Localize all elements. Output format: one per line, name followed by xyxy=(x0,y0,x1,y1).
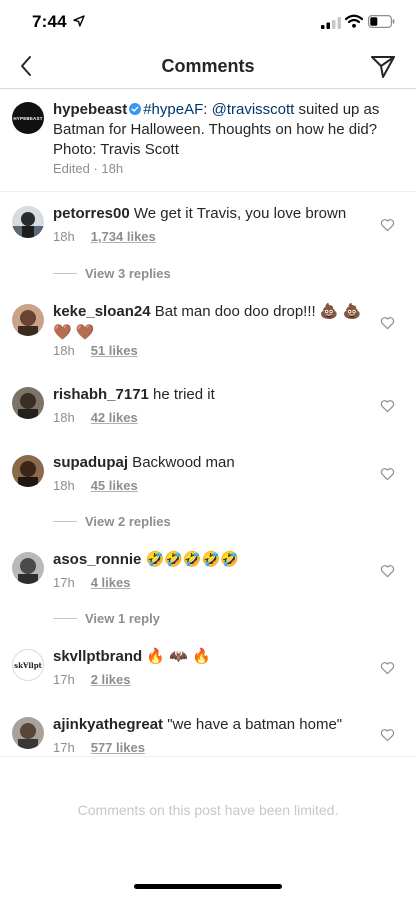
comment-text: ajinkyathegreat "we have a batman home" xyxy=(53,716,343,733)
comment-meta: 17h 577 likes xyxy=(53,740,145,755)
comment-username[interactable]: asos_ronnie xyxy=(53,551,141,568)
profile-photo xyxy=(12,717,44,749)
profile-photo xyxy=(12,552,44,584)
heart-outline-icon[interactable] xyxy=(380,564,395,578)
heart-outline-icon[interactable] xyxy=(380,218,395,232)
comment-time: 17h xyxy=(53,575,75,590)
heart-outline-icon[interactable] xyxy=(380,467,395,481)
avatar[interactable] xyxy=(12,387,44,419)
comment-meta: 18h 45 likes xyxy=(53,478,138,493)
caption-username[interactable]: hypebeast xyxy=(53,101,127,118)
comment-username[interactable]: rishabh_7171 xyxy=(53,386,149,403)
battery-icon xyxy=(368,15,395,28)
comment-text: petorres00 We get it Travis, you love br… xyxy=(53,205,347,222)
comment-likes[interactable]: 42 likes xyxy=(91,410,138,425)
heart-outline-icon[interactable] xyxy=(380,399,395,413)
comment-meta: 18h 51 likes xyxy=(53,343,138,358)
comment-likes[interactable]: 51 likes xyxy=(91,343,138,358)
status-bar: 7:44 xyxy=(0,0,416,44)
comment-text: keke_sloan24 Bat man doo doo drop!!! 💩 💩… xyxy=(53,303,362,341)
comment-text: skvllptbrand 🔥 🦇 🔥 xyxy=(53,648,211,665)
comment-time: 18h xyxy=(53,478,75,493)
comment-time: 18h xyxy=(53,229,75,244)
avatar[interactable] xyxy=(12,717,44,749)
view-replies-button[interactable]: View 3 replies xyxy=(53,266,171,281)
profile-photo xyxy=(12,206,44,238)
comment-text: supadupaj Backwood man xyxy=(53,454,235,471)
nav-bar: Comments xyxy=(0,44,416,89)
avatar[interactable] xyxy=(12,455,44,487)
comment-meta: 17h 2 likes xyxy=(53,672,130,687)
avatar[interactable]: skⱯllpt xyxy=(12,649,44,681)
verified-badge-icon xyxy=(129,103,142,115)
comment-username[interactable]: supadupaj xyxy=(53,454,128,471)
wifi-icon xyxy=(345,14,363,28)
comment-likes[interactable]: 4 likes xyxy=(91,575,131,590)
comments-limited-notice: Comments on this post have been limited. xyxy=(77,802,339,818)
hashtag-link[interactable]: #hypeAF xyxy=(143,101,203,118)
heart-outline-icon[interactable] xyxy=(380,728,395,742)
view-replies-button[interactable]: View 2 replies xyxy=(53,514,171,529)
comment-time: 18h xyxy=(53,410,75,425)
comment-username[interactable]: keke_sloan24 xyxy=(53,303,151,320)
heart-outline-icon[interactable] xyxy=(380,661,395,675)
caption-meta: Edited · 18h xyxy=(53,161,124,176)
profile-photo xyxy=(12,455,44,487)
comment-likes[interactable]: 577 likes xyxy=(91,740,145,755)
view-replies-button[interactable]: View 1 reply xyxy=(53,611,160,626)
mention-link[interactable]: @travisscott xyxy=(212,101,295,118)
profile-photo xyxy=(12,304,44,336)
post-caption: HYPEBEAST hypebeast #hypeAF: @travisscot… xyxy=(0,88,416,192)
status-time: 7:44 xyxy=(32,12,67,31)
replies-divider xyxy=(53,521,77,522)
brand-logo-text: skⱯllpt xyxy=(14,660,42,670)
comment-likes[interactable]: 2 likes xyxy=(91,672,131,687)
comment-meta: 18h 42 likes xyxy=(53,410,138,425)
avatar[interactable] xyxy=(12,552,44,584)
comment-time: 17h xyxy=(53,672,75,687)
divider xyxy=(0,756,416,757)
profile-photo xyxy=(12,387,44,419)
comment-meta: 18h 1,734 likes xyxy=(53,229,156,244)
comment-time: 17h xyxy=(53,740,75,755)
comment-text: rishabh_7171 he tried it xyxy=(53,386,215,403)
avatar[interactable] xyxy=(12,304,44,336)
comment-time: 18h xyxy=(53,343,75,358)
replies-divider xyxy=(53,273,77,274)
comment-text: asos_ronnie 🤣🤣🤣🤣🤣 xyxy=(53,551,239,568)
avatar-logo-text: HYPEBEAST xyxy=(13,115,43,121)
cellular-signal-icon xyxy=(321,17,341,29)
comment-username[interactable]: ajinkyathegreat xyxy=(53,716,163,733)
direct-message-button[interactable] xyxy=(368,52,398,82)
comment-likes[interactable]: 45 likes xyxy=(91,478,138,493)
paper-plane-icon xyxy=(371,56,395,78)
heart-outline-icon[interactable] xyxy=(380,316,395,330)
comment-meta: 17h 4 likes xyxy=(53,575,130,590)
comment-username[interactable]: skvllptbrand xyxy=(53,648,142,665)
page-title: Comments xyxy=(161,56,255,76)
home-indicator[interactable] xyxy=(134,884,282,889)
comment-likes[interactable]: 1,734 likes xyxy=(91,229,156,244)
comment-username[interactable]: petorres00 xyxy=(53,205,130,222)
avatar[interactable]: HYPEBEAST xyxy=(12,102,44,134)
avatar[interactable] xyxy=(12,206,44,238)
caption-text: hypebeast #hypeAF: @travisscott suited u… xyxy=(53,101,380,158)
location-arrow-icon xyxy=(73,15,85,27)
replies-divider xyxy=(53,618,77,619)
